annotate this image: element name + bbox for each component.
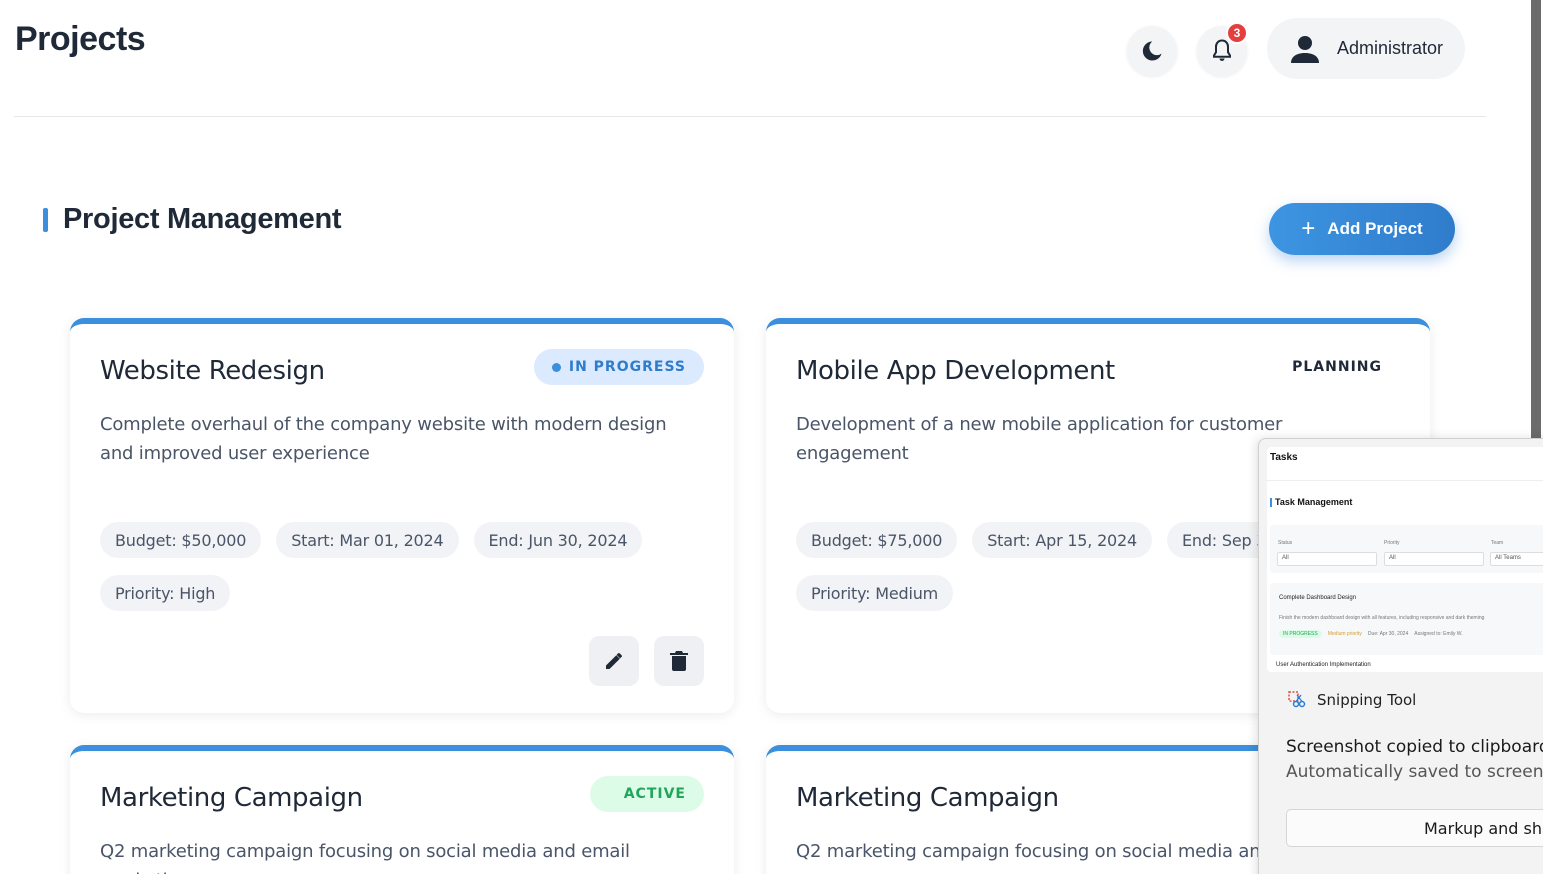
project-card: Marketing Campaign ACTIVE Q2 marketing c… bbox=[70, 745, 734, 874]
thumb-filter-select: All bbox=[1384, 552, 1484, 566]
thumb-filters: Status Priority Team All All All Teams bbox=[1270, 525, 1543, 573]
budget-chip: Budget: $75,000 bbox=[796, 522, 958, 558]
snip-sub-message: Automatically saved to screensho bbox=[1286, 762, 1543, 782]
notification-count-badge: 3 bbox=[1226, 22, 1248, 44]
end-date-chip: End: Jun 30, 2024 bbox=[473, 522, 643, 558]
meta-row: Budget: $75,000 Start: Apr 15, 2024 End:… bbox=[796, 522, 1322, 558]
markup-and-share-button[interactable]: Markup and sha bbox=[1286, 809, 1543, 847]
snip-app-header: Snipping Tool bbox=[1287, 690, 1416, 710]
theme-toggle-button[interactable] bbox=[1127, 26, 1177, 76]
status-badge: ACTIVE bbox=[589, 776, 704, 812]
project-title: Marketing Campaign bbox=[796, 783, 1059, 813]
thumb-status-badge: IN PROGRESS bbox=[1279, 630, 1322, 638]
edit-button[interactable] bbox=[589, 636, 639, 686]
priority-chip: Priority: Medium bbox=[796, 575, 954, 611]
status-dot-icon bbox=[551, 362, 561, 372]
trash-icon bbox=[670, 651, 688, 671]
meta-row: Priority: Medium bbox=[796, 575, 954, 611]
meta-row: Priority: High bbox=[100, 575, 231, 611]
priority-chip: Priority: High bbox=[100, 575, 231, 611]
add-project-label: Add Project bbox=[1327, 219, 1423, 238]
status-label: IN PROGRESS bbox=[568, 359, 686, 375]
start-date-chip: Start: Apr 15, 2024 bbox=[972, 522, 1152, 558]
budget-chip: Budget: $50,000 bbox=[100, 522, 262, 558]
thumb-filter-label: Priority bbox=[1384, 540, 1400, 546]
pencil-icon bbox=[606, 653, 622, 669]
user-name: Administrator bbox=[1337, 38, 1444, 58]
thumb-accent-bar bbox=[1270, 498, 1272, 507]
section-accent-bar bbox=[43, 207, 48, 232]
thumb-filter-select: All bbox=[1277, 552, 1377, 566]
thumb-page-title: Tasks bbox=[1270, 452, 1298, 463]
user-icon bbox=[1291, 35, 1319, 63]
section-header: Project Management bbox=[43, 203, 342, 236]
section-title: Project Management bbox=[63, 203, 342, 235]
start-date-chip: Start: Mar 01, 2024 bbox=[276, 522, 459, 558]
plus-icon: + bbox=[1301, 215, 1316, 242]
thumb-task-description: Finish the modern dashboard design with … bbox=[1279, 615, 1485, 621]
thumb-priority: Medium priority bbox=[1327, 631, 1362, 637]
project-title: Website Redesign bbox=[100, 356, 325, 386]
thumb-assignee: Assigned to: Emily W. bbox=[1414, 631, 1463, 637]
snipping-tool-notification[interactable]: Tasks Task Management Status Priority Te… bbox=[1258, 438, 1543, 874]
status-badge: IN PROGRESS bbox=[533, 349, 704, 385]
thumb-task-title: Complete Dashboard Design bbox=[1279, 595, 1357, 601]
screenshot-thumbnail[interactable]: Tasks Task Management Status Priority Te… bbox=[1267, 447, 1543, 672]
page-title: Projects bbox=[15, 20, 146, 58]
thumb-section-title: Task Management bbox=[1275, 497, 1353, 507]
thumb-divider bbox=[1267, 480, 1543, 481]
user-menu-button[interactable]: Administrator bbox=[1267, 18, 1465, 79]
thumb-next-task: User Authentication Implementation bbox=[1276, 662, 1371, 668]
project-description: Q2 marketing campaign focusing on social… bbox=[100, 841, 630, 874]
thumb-due: Due: Apr 30, 2024 bbox=[1367, 631, 1409, 637]
add-project-button[interactable]: + Add Project bbox=[1269, 203, 1455, 255]
snip-app-name: Snipping Tool bbox=[1317, 691, 1417, 709]
status-label: ACTIVE bbox=[623, 786, 686, 802]
thumb-filter-label: Team bbox=[1491, 540, 1504, 546]
status-badge: PLANNING bbox=[1274, 349, 1400, 385]
thumb-task-tags: IN PROGRESS Medium priority Due: Apr 30,… bbox=[1279, 630, 1463, 638]
scrollbar-thumb[interactable] bbox=[1531, 0, 1541, 440]
thumb-filter-select: All Teams bbox=[1490, 552, 1543, 566]
thumb-filter-label: Status bbox=[1278, 540, 1293, 546]
meta-row: Budget: $50,000 Start: Mar 01, 2024 End:… bbox=[100, 522, 643, 558]
delete-button[interactable] bbox=[654, 636, 704, 686]
snip-message: Screenshot copied to clipboard bbox=[1286, 737, 1543, 757]
project-title: Marketing Campaign bbox=[100, 783, 363, 813]
notifications-button[interactable]: 3 bbox=[1197, 22, 1248, 76]
project-title: Mobile App Development bbox=[796, 356, 1115, 386]
project-card: Website Redesign IN PROGRESS Complete ov… bbox=[70, 318, 734, 713]
moon-icon bbox=[1142, 41, 1162, 61]
snipping-tool-icon bbox=[1288, 691, 1306, 708]
top-bar: Projects 3 Administrator bbox=[14, 0, 1486, 117]
status-label: PLANNING bbox=[1292, 359, 1382, 375]
project-description: Complete overhaul of the company website… bbox=[100, 414, 667, 464]
thumb-task-card: Complete Dashboard Design Finish the mod… bbox=[1270, 583, 1543, 655]
